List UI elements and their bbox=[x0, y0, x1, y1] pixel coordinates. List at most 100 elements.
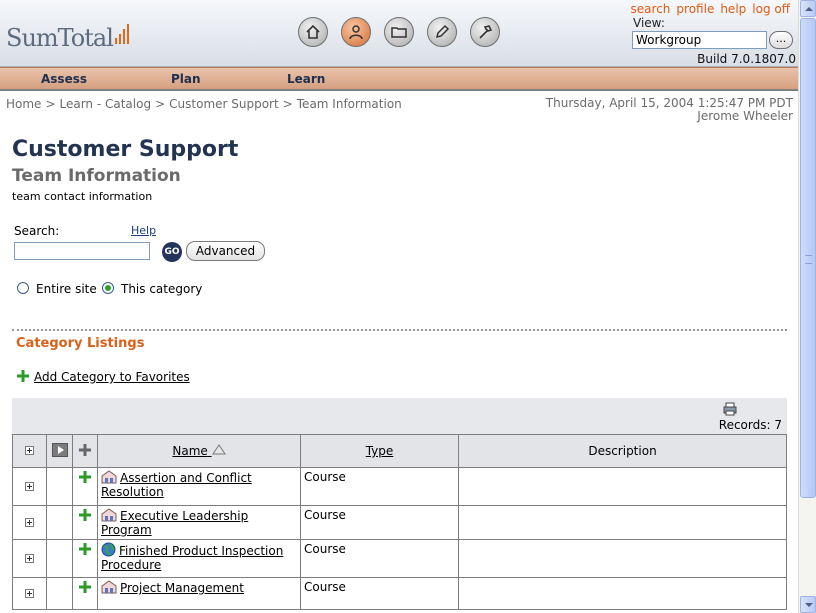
pencil-icon[interactable] bbox=[427, 17, 457, 47]
app-header: SumTotal search profile help log off View: … bbox=[0, 0, 798, 67]
records-count: Records: 7 bbox=[718, 418, 782, 432]
folder-icon[interactable] bbox=[384, 17, 414, 47]
search-input[interactable] bbox=[14, 242, 150, 260]
scope-entire-site-radio[interactable] bbox=[17, 282, 29, 294]
search-label: Search: bbox=[14, 224, 60, 238]
search-help-link[interactable]: Help bbox=[131, 224, 156, 237]
hammer-icon[interactable] bbox=[470, 17, 500, 47]
search-link[interactable]: search bbox=[631, 2, 671, 16]
row-type-cell: Course bbox=[300, 539, 459, 578]
row-empty-cell bbox=[46, 505, 73, 540]
row-empty-cell bbox=[46, 539, 73, 578]
breadcrumb-current: Team Information bbox=[296, 97, 402, 111]
view-select[interactable]: Workgroup bbox=[632, 31, 767, 49]
expand-icon bbox=[25, 588, 34, 598]
table-row: Assertion and Conflict Resolution Course bbox=[12, 467, 787, 506]
course-link[interactable]: Executive Leadership Program bbox=[101, 509, 248, 537]
help-link[interactable]: help bbox=[720, 2, 746, 16]
row-add-cell[interactable] bbox=[72, 539, 98, 578]
course-link[interactable]: Project Management bbox=[120, 581, 244, 595]
row-description-cell bbox=[458, 539, 787, 578]
table-row: Project Management Course bbox=[12, 577, 787, 610]
advanced-button[interactable]: Advanced bbox=[186, 241, 265, 261]
breadcrumb: Home > Learn - Catalog > Customer Support > Te… bbox=[6, 97, 402, 111]
top-links: search profile help log off bbox=[625, 2, 790, 16]
scope-this-category-label: This category bbox=[121, 282, 203, 296]
nav-assess[interactable]: Assess bbox=[41, 72, 87, 86]
records-bar: Records: 7 bbox=[12, 398, 787, 434]
column-name[interactable]: Name bbox=[97, 434, 301, 468]
home-icon[interactable] bbox=[298, 17, 328, 47]
row-expand-cell[interactable] bbox=[12, 505, 47, 540]
row-description-cell bbox=[458, 467, 787, 506]
scope-entire-site-label: Entire site bbox=[36, 282, 97, 296]
breadcrumb-home[interactable]: Home bbox=[6, 97, 41, 111]
printer-icon[interactable] bbox=[722, 402, 738, 416]
table-row: Finished Product Inspection Procedure Co… bbox=[12, 539, 787, 578]
go-button[interactable]: GO bbox=[162, 242, 182, 262]
plus-icon bbox=[17, 370, 29, 382]
scroll-down-button[interactable] bbox=[800, 596, 816, 613]
row-empty-cell bbox=[46, 577, 73, 610]
row-name-cell: Executive Leadership Program bbox=[97, 505, 301, 540]
build-number: Build 7.0.1807.0 bbox=[697, 52, 796, 66]
breadcrumb-catalog[interactable]: Learn - Catalog bbox=[60, 97, 152, 111]
logoff-link[interactable]: log off bbox=[752, 2, 790, 16]
course-building-icon bbox=[101, 508, 117, 522]
view-more-button[interactable]: ... bbox=[769, 31, 793, 49]
scope-this-category-radio[interactable] bbox=[102, 282, 114, 294]
row-expand-cell[interactable] bbox=[12, 467, 47, 506]
row-description-cell bbox=[458, 577, 787, 610]
row-type-cell: Course bbox=[300, 505, 459, 540]
breadcrumb-customer-support[interactable]: Customer Support bbox=[169, 97, 279, 111]
category-listing-table: Name Type Description Assertion and Conf… bbox=[12, 434, 787, 610]
course-building-icon bbox=[101, 470, 117, 484]
view-label: View: bbox=[633, 16, 665, 30]
nav-plan[interactable]: Plan bbox=[171, 72, 201, 86]
date-user-info: Thursday, April 15, 2004 1:25:47 PM PDT … bbox=[546, 97, 793, 123]
vertical-scrollbar[interactable] bbox=[798, 0, 816, 613]
row-expand-cell[interactable] bbox=[12, 539, 47, 578]
arrow-right-icon bbox=[51, 442, 68, 457]
page-subtitle: Team Information bbox=[12, 166, 181, 186]
plus-icon bbox=[79, 471, 91, 483]
user-name: Jerome Wheeler bbox=[697, 109, 793, 123]
sumtotal-logo: SumTotal bbox=[6, 24, 129, 52]
plus-icon bbox=[79, 543, 91, 555]
row-name-cell: Assertion and Conflict Resolution bbox=[97, 467, 301, 506]
expand-icon bbox=[25, 553, 34, 563]
column-description: Description bbox=[458, 434, 787, 468]
page-description: team contact information bbox=[12, 190, 153, 203]
logo-bars-icon bbox=[114, 24, 129, 48]
row-add-cell[interactable] bbox=[72, 467, 98, 506]
add-category-to-favorites[interactable]: Add Category to Favorites bbox=[16, 369, 190, 384]
row-add-cell[interactable] bbox=[72, 505, 98, 540]
row-name-cell: Project Management bbox=[97, 577, 301, 610]
row-name-cell: Finished Product Inspection Procedure bbox=[97, 539, 301, 578]
course-link[interactable]: Finished Product Inspection Procedure bbox=[101, 544, 283, 572]
add-header[interactable] bbox=[72, 434, 98, 468]
row-empty-cell bbox=[46, 467, 73, 506]
course-link[interactable]: Assertion and Conflict Resolution bbox=[101, 471, 252, 499]
scroll-thumb[interactable] bbox=[800, 18, 816, 498]
nav-learn[interactable]: Learn bbox=[287, 72, 325, 86]
column-type[interactable]: Type bbox=[300, 434, 459, 468]
page-title: Customer Support bbox=[12, 137, 239, 162]
profile-icon[interactable] bbox=[341, 17, 371, 47]
category-listings-title: Category Listings bbox=[16, 336, 145, 351]
expand-icon bbox=[25, 446, 34, 455]
row-type-cell: Course bbox=[300, 467, 459, 506]
scroll-up-button[interactable] bbox=[800, 0, 816, 17]
section-divider bbox=[12, 329, 787, 331]
table-row: Executive Leadership Program Course bbox=[12, 505, 787, 540]
row-expand-cell[interactable] bbox=[12, 577, 47, 610]
row-description-cell bbox=[458, 505, 787, 540]
plus-gray-icon bbox=[79, 443, 91, 456]
content-area: SumTotal search profile help log off View: … bbox=[0, 0, 798, 613]
arrow-header[interactable] bbox=[46, 434, 73, 468]
profile-link[interactable]: profile bbox=[676, 2, 714, 16]
expand-icon bbox=[25, 481, 34, 491]
row-add-cell[interactable] bbox=[72, 577, 98, 610]
table-header-row: Name Type Description bbox=[12, 434, 787, 468]
expand-all-header[interactable] bbox=[12, 434, 47, 468]
